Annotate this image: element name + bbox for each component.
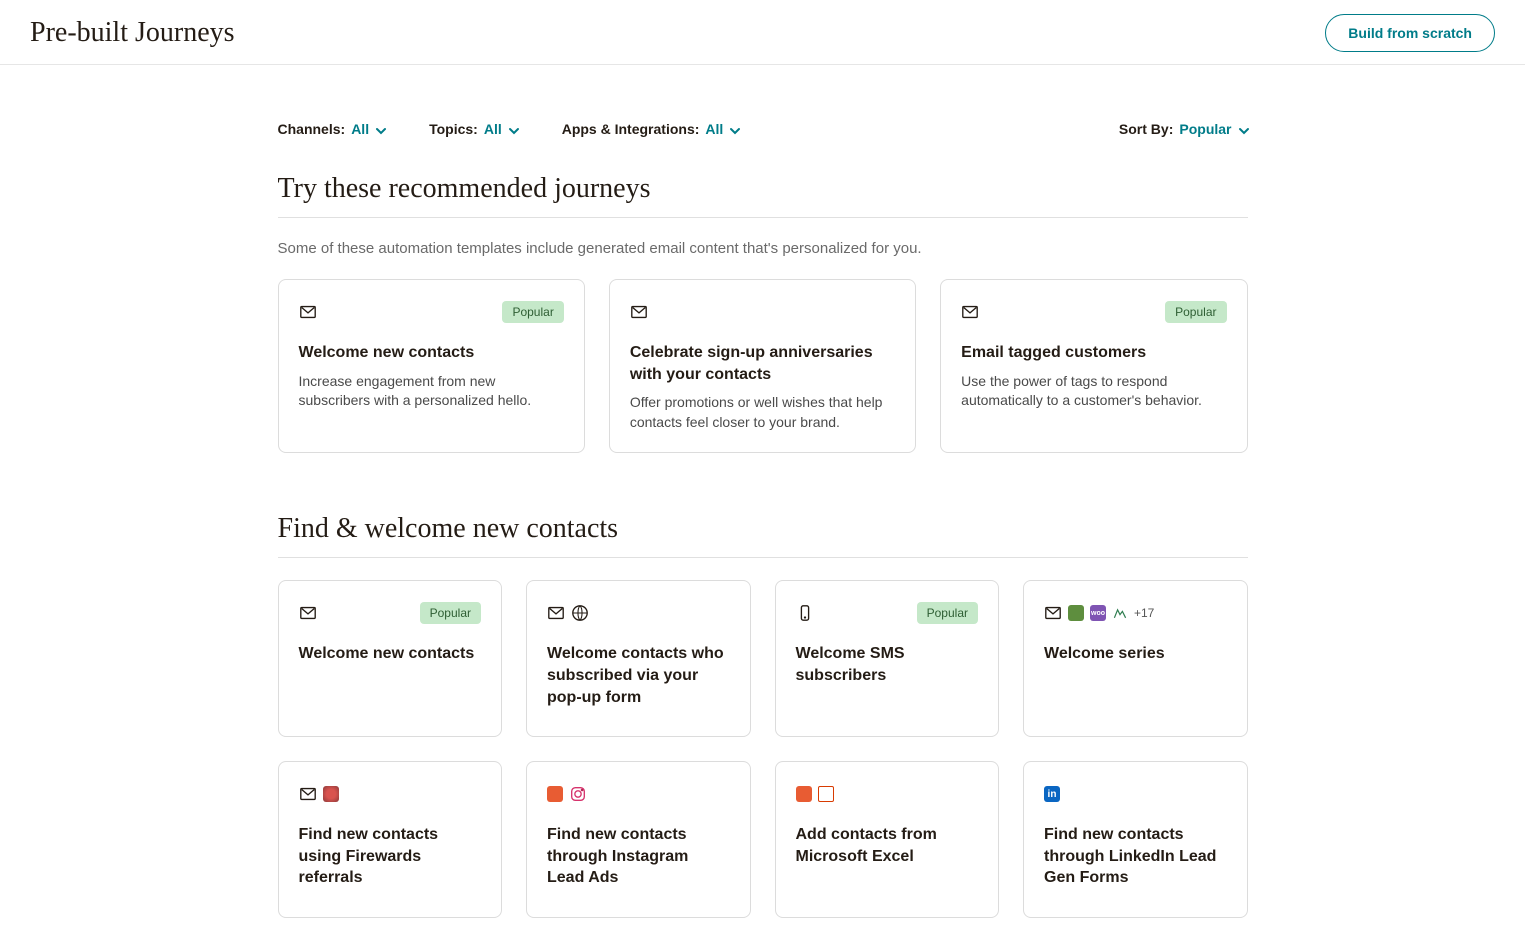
globe-icon (571, 604, 589, 622)
card-title: Find new contacts through LinkedIn Lead … (1044, 824, 1227, 889)
card-title: Find new contacts using Firewards referr… (299, 824, 482, 889)
mail-icon (630, 303, 648, 321)
linkedin-icon: in (1044, 786, 1060, 802)
instagram-icon (569, 785, 587, 803)
zapier-icon (547, 786, 563, 802)
card-linkedin-lead-gen[interactable]: in Find new contacts through LinkedIn Le… (1023, 761, 1248, 918)
card-firewards-referrals[interactable]: Find new contacts using Firewards referr… (278, 761, 503, 918)
mail-icon (961, 303, 979, 321)
phone-icon (796, 604, 814, 622)
sort-by-label: Sort By: (1119, 121, 1173, 137)
filter-channels-label: Channels: (278, 121, 346, 137)
divider (278, 557, 1248, 558)
filter-channels[interactable]: Channels: All (278, 121, 386, 137)
card-title: Welcome series (1044, 643, 1227, 665)
card-microsoft-excel[interactable]: Add contacts from Microsoft Excel (775, 761, 1000, 918)
more-integrations-count: +17 (1134, 606, 1154, 620)
popular-badge: Popular (420, 602, 481, 624)
page-header: Pre-built Journeys Build from scratch (0, 0, 1525, 65)
mail-icon (299, 604, 317, 622)
quickbooks-icon (1112, 605, 1128, 621)
card-instagram-lead-ads[interactable]: Find new contacts through Instagram Lead… (526, 761, 751, 918)
sort-by-value: Popular (1179, 121, 1231, 137)
popular-badge: Popular (502, 301, 563, 323)
filter-bar: Channels: All Topics: All Apps & Integra… (278, 121, 1248, 137)
filter-topics[interactable]: Topics: All (429, 121, 518, 137)
recommended-cards: Popular Welcome new contacts Increase en… (278, 279, 1248, 453)
card-title: Welcome contacts who subscribed via your… (547, 643, 730, 708)
card-welcome-series[interactable]: woo +17 Welcome series (1023, 580, 1248, 737)
page-title: Pre-built Journeys (30, 17, 235, 49)
filter-topics-value: All (484, 121, 502, 137)
filter-apps-value: All (705, 121, 723, 137)
shopify-icon (1068, 605, 1084, 621)
find-welcome-row-2: Find new contacts using Firewards referr… (278, 761, 1248, 918)
card-welcome-new-contacts[interactable]: Popular Welcome new contacts Increase en… (278, 279, 585, 453)
card-welcome-sms-subscribers[interactable]: Popular Welcome SMS subscribers (775, 580, 1000, 737)
filter-apps[interactable]: Apps & Integrations: All (562, 121, 740, 137)
woocommerce-icon: woo (1090, 605, 1106, 621)
card-title: Celebrate sign-up anniversaries with you… (630, 342, 895, 385)
card-desc: Offer promotions or well wishes that hel… (630, 393, 895, 432)
popular-badge: Popular (917, 602, 978, 624)
mail-icon (299, 303, 317, 321)
card-title: Welcome new contacts (299, 643, 482, 665)
card-welcome-new-contacts-2[interactable]: Popular Welcome new contacts (278, 580, 503, 737)
card-title: Add contacts from Microsoft Excel (796, 824, 979, 867)
microsoft-office-icon (818, 786, 834, 802)
recommended-subtitle: Some of these automation templates inclu… (278, 240, 1248, 257)
mail-icon (1044, 604, 1062, 622)
firewards-icon (323, 786, 339, 802)
chevron-down-icon (729, 124, 739, 134)
popular-badge: Popular (1165, 301, 1226, 323)
find-welcome-title: Find & welcome new contacts (278, 513, 1248, 545)
zapier-icon (796, 786, 812, 802)
chevron-down-icon (508, 124, 518, 134)
recommended-title: Try these recommended journeys (278, 173, 1248, 205)
card-celebrate-anniversaries[interactable]: Celebrate sign-up anniversaries with you… (609, 279, 916, 453)
card-email-tagged-customers[interactable]: Popular Email tagged customers Use the p… (940, 279, 1247, 453)
card-title: Welcome SMS subscribers (796, 643, 979, 686)
filter-apps-label: Apps & Integrations: (562, 121, 700, 137)
find-welcome-row-1: Popular Welcome new contacts Welcome con… (278, 580, 1248, 737)
mail-icon (547, 604, 565, 622)
card-title: Email tagged customers (961, 342, 1226, 364)
mail-icon (299, 785, 317, 803)
filter-topics-label: Topics: (429, 121, 478, 137)
chevron-down-icon (375, 124, 385, 134)
chevron-down-icon (1238, 124, 1248, 134)
divider (278, 217, 1248, 218)
build-from-scratch-button[interactable]: Build from scratch (1325, 14, 1495, 52)
card-title: Welcome new contacts (299, 342, 564, 364)
card-welcome-popup-subscribers[interactable]: Welcome contacts who subscribed via your… (526, 580, 751, 737)
card-desc: Increase engagement from new subscribers… (299, 372, 564, 411)
card-desc: Use the power of tags to respond automat… (961, 372, 1226, 411)
card-title: Find new contacts through Instagram Lead… (547, 824, 730, 889)
sort-by[interactable]: Sort By: Popular (1119, 121, 1248, 137)
filter-channels-value: All (351, 121, 369, 137)
